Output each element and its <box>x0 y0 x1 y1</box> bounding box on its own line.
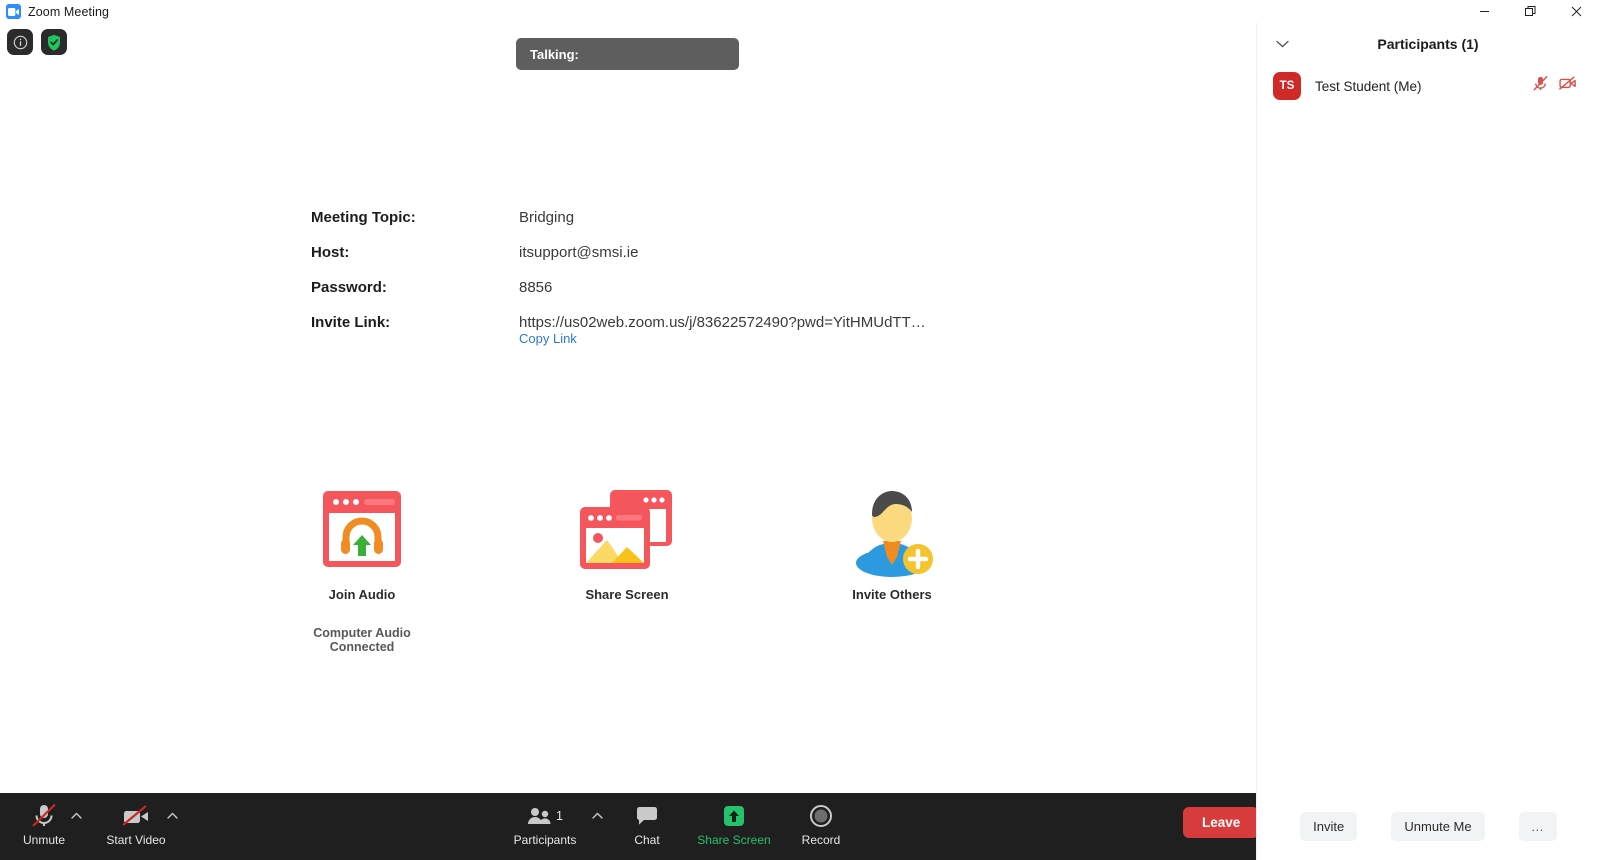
participants-panel: Participants (1) TS Test Student (Me) In… <box>1256 23 1599 860</box>
zoom-meeting-window: Zoom Meeting Talking: Meeting Topic: Bri… <box>0 0 1599 860</box>
leave-button[interactable]: Leave <box>1183 807 1260 838</box>
chevron-up-icon <box>166 812 178 819</box>
share-screen-tile[interactable]: Share Screen <box>553 485 701 602</box>
join-audio-tile[interactable]: Join Audio Computer Audio Connected <box>288 485 436 654</box>
chevron-up-icon <box>70 812 82 819</box>
meeting-info-row: Meeting Topic: Bridging <box>311 209 926 226</box>
chat-label: Chat <box>634 833 660 847</box>
window-title: Zoom Meeting <box>28 4 110 19</box>
share-screen-icon <box>553 485 701 577</box>
meeting-status-badges <box>7 29 67 55</box>
share-screen-button[interactable]: Share Screen <box>694 802 774 847</box>
meeting-info-row: Password: 8856 <box>311 279 926 296</box>
invite-link-value: https://us02web.zoom.us/j/83622572490?pw… <box>519 314 926 331</box>
video-options-caret[interactable] <box>164 807 180 823</box>
maximize-restore-button[interactable] <box>1507 0 1553 23</box>
host-label: Host: <box>311 244 350 261</box>
participants-panel-footer: Invite Unmute Me … <box>1257 793 1599 860</box>
info-icon <box>13 35 27 49</box>
join-audio-icon <box>288 485 436 577</box>
avatar: TS <box>1273 72 1301 100</box>
record-label: Record <box>801 833 841 847</box>
meeting-info-button[interactable] <box>7 29 33 55</box>
invite-button[interactable]: Invite <box>1300 812 1358 841</box>
more-options-button[interactable]: … <box>1518 812 1557 841</box>
minimize-button[interactable] <box>1461 0 1507 23</box>
audio-options-caret[interactable] <box>68 807 84 823</box>
participants-icon: 1 <box>505 802 585 830</box>
window-controls <box>1461 0 1599 23</box>
password-label: Password: <box>311 279 387 296</box>
unmute-me-button[interactable]: Unmute Me <box>1391 812 1485 841</box>
participants-button[interactable]: 1 Participants <box>505 802 585 847</box>
start-video-label: Start Video <box>106 833 166 847</box>
participants-count: 1 <box>556 809 563 823</box>
join-audio-label: Join Audio <box>328 587 396 602</box>
chat-bubble-icon <box>607 802 687 830</box>
microphone-muted-icon[interactable] <box>1532 75 1549 97</box>
share-arrow-up-icon <box>694 802 774 830</box>
participant-list-item[interactable]: TS Test Student (Me) <box>1257 65 1599 107</box>
title-bar: Zoom Meeting <box>0 0 1599 23</box>
talking-indicator-banner: Talking: <box>516 38 739 70</box>
chevron-up-icon <box>591 812 603 819</box>
meeting-info-row: Invite Link: https://us02web.zoom.us/j/8… <box>311 314 926 331</box>
participants-options-caret[interactable] <box>589 807 605 823</box>
talking-label: Talking: <box>530 46 579 62</box>
invite-others-tile[interactable]: Invite Others <box>818 485 966 602</box>
invite-others-label: Invite Others <box>852 587 932 602</box>
invite-link-label: Invite Link: <box>311 314 391 331</box>
copy-link-button[interactable]: Copy Link <box>519 331 577 346</box>
shield-check-icon <box>48 34 60 50</box>
chevron-down-icon[interactable] <box>1273 35 1291 53</box>
meeting-topic-label: Meeting Topic: <box>311 209 416 226</box>
meeting-topic-value: Bridging <box>519 209 575 226</box>
share-screen-label: Share Screen <box>585 587 669 602</box>
meeting-info-table: Meeting Topic: Bridging Host: itsupport@… <box>311 209 926 349</box>
participants-panel-title: Participants (1) <box>1377 36 1479 52</box>
share-screen-toolbar-label: Share Screen <box>697 833 771 847</box>
participants-label: Participants <box>513 833 577 847</box>
security-status-button[interactable] <box>41 29 67 55</box>
title-bar-left: Zoom Meeting <box>0 4 109 19</box>
meeting-main-area: Talking: Meeting Topic: Bridging Host: i… <box>0 23 1255 793</box>
host-value: itsupport@smsi.ie <box>519 244 639 261</box>
record-circle-icon <box>781 802 861 830</box>
video-off-icon[interactable] <box>1558 75 1577 97</box>
unmute-label: Unmute <box>22 833 66 847</box>
meeting-info-row: Host: itsupport@smsi.ie <box>311 244 926 261</box>
participants-panel-header: Participants (1) <box>1257 23 1599 65</box>
record-button[interactable]: Record <box>781 802 861 847</box>
close-button[interactable] <box>1553 0 1599 23</box>
audio-status-text: Computer Audio Connected <box>313 626 411 654</box>
chat-button[interactable]: Chat <box>607 802 687 847</box>
participant-name: Test Student (Me) <box>1315 78 1422 94</box>
meeting-toolbar: Unmute Start Video 1 Participants Chat S… <box>0 793 1260 860</box>
password-value: 8856 <box>519 279 553 296</box>
zoom-camera-icon <box>6 4 21 19</box>
participant-status-icons <box>1532 75 1577 97</box>
invite-others-icon <box>818 485 966 577</box>
